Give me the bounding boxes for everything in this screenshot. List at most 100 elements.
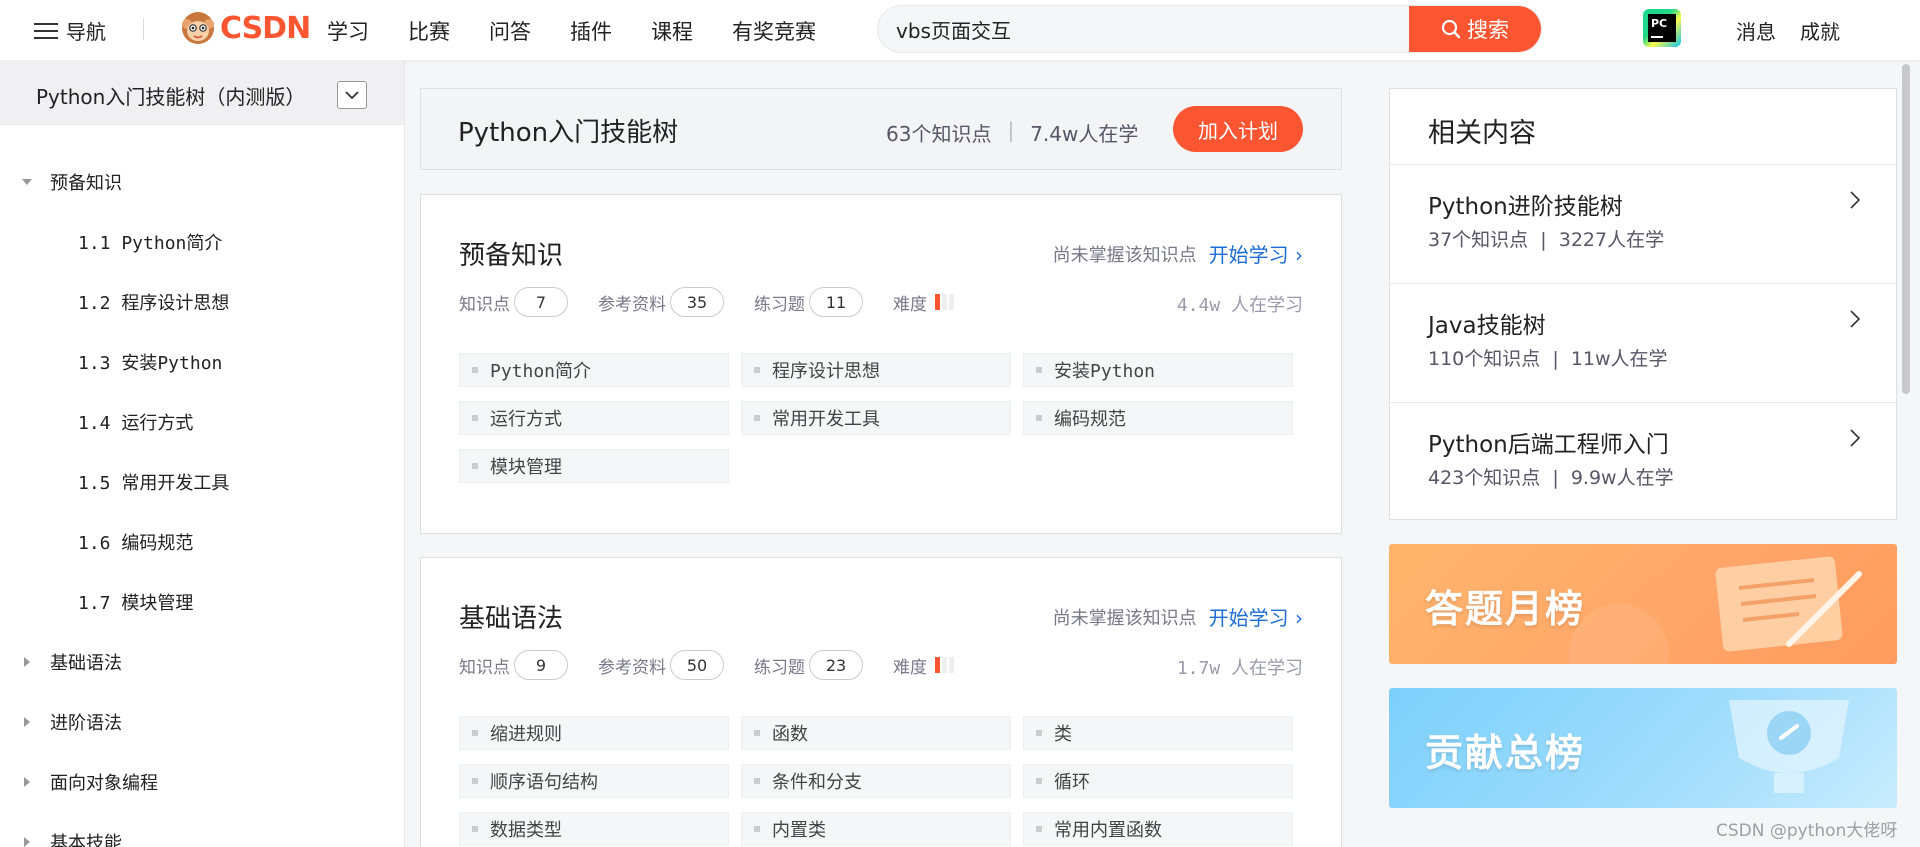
topic-chip[interactable]: 模块管理 bbox=[459, 449, 729, 483]
tree-node-advanced-syntax[interactable]: 进阶语法 bbox=[0, 692, 404, 752]
refs-count: 35 bbox=[670, 287, 724, 317]
related-item-title: Python进阶技能树 bbox=[1428, 194, 1623, 220]
caret-down-icon bbox=[22, 177, 32, 187]
related-title: 相关内容 bbox=[1390, 89, 1896, 165]
section-card: 预备知识 尚未掌握该知识点 开始学习 › 知识点 7 参考资料 35 练习题 11 难… bbox=[420, 194, 1342, 534]
nav-item-qa[interactable]: 问答 bbox=[489, 16, 531, 46]
related-item-meta: 37个知识点 | 3227人在学 bbox=[1428, 229, 1665, 251]
tree-leaf[interactable]: 1.7 模块管理 bbox=[0, 572, 404, 632]
topic-chip[interactable]: 顺序语句结构 bbox=[459, 764, 729, 798]
topic-chip[interactable]: 函数 bbox=[741, 716, 1011, 750]
section-card: 基础语法 尚未掌握该知识点 开始学习 › 知识点 9 参考资料 50 练习题 23 难… bbox=[420, 557, 1342, 847]
top-right-links: 消息 成就 bbox=[1736, 16, 1864, 45]
related-item[interactable]: Python进阶技能树 37个知识点 | 3227人在学 bbox=[1390, 165, 1896, 284]
tree-leaf[interactable]: 1.4 运行方式 bbox=[0, 392, 404, 452]
topic-chip[interactable]: 类 bbox=[1023, 716, 1293, 750]
tree-leaf[interactable]: 1.3 安装Python bbox=[0, 332, 404, 392]
topic-chip[interactable]: 循环 bbox=[1023, 764, 1293, 798]
topic-chip[interactable]: 缩进规则 bbox=[459, 716, 729, 750]
topic-chip[interactable]: Python简介 bbox=[459, 353, 729, 387]
plan-header: Python入门技能树 63个知识点 | 7.4w人在学 加入计划 bbox=[420, 88, 1342, 170]
search-button[interactable]: 搜索 bbox=[1409, 6, 1541, 52]
related-item[interactable]: Python后端工程师入门 423个知识点 | 9.9w人在学 bbox=[1390, 403, 1896, 522]
tree-node-oop[interactable]: 面向对象编程 bbox=[0, 752, 404, 812]
skill-tree: 预备知识 1.1 Python简介 1.2 程序设计思想 1.3 安装Pytho… bbox=[0, 152, 404, 847]
refs-count: 50 bbox=[670, 650, 724, 680]
topic-chip[interactable]: 内置类 bbox=[741, 812, 1011, 846]
topic-grid: 缩进规则 函数 类 顺序语句结构 条件和分支 循环 数据类型 内置类 常用内置函… bbox=[459, 716, 1293, 846]
tree-leaf[interactable]: 1.2 程序设计思想 bbox=[0, 272, 404, 332]
related-content-panel: 相关内容 Python进阶技能树 37个知识点 | 3227人在学 Java技能… bbox=[1389, 88, 1897, 520]
tree-leaf[interactable]: 1.1 Python简介 bbox=[0, 212, 404, 272]
topic-chip[interactable]: 数据类型 bbox=[459, 812, 729, 846]
plan-title: Python入门技能树 bbox=[458, 118, 679, 148]
points-count: 9 bbox=[514, 650, 568, 680]
plan-points: 63个知识点 bbox=[886, 122, 992, 146]
caret-right-icon bbox=[22, 657, 32, 667]
plan-learners: 7.4w人在学 bbox=[1030, 122, 1139, 146]
banner-title: 贡献总榜 bbox=[1425, 731, 1586, 775]
contribution-ranking-banner[interactable]: 贡献总榜 bbox=[1389, 688, 1897, 808]
section-learners: 4.4w 人在学习 bbox=[1176, 295, 1303, 316]
banner-title: 答题月榜 bbox=[1425, 587, 1586, 631]
watermark: CSDN @python大佬呀 bbox=[1716, 821, 1898, 841]
page-scrollbar[interactable] bbox=[1902, 64, 1910, 394]
monkey-mascot-icon bbox=[182, 12, 214, 44]
mastery-status: 尚未掌握该知识点 bbox=[1052, 244, 1197, 266]
exercises-count: 23 bbox=[809, 650, 863, 680]
chevron-down-icon bbox=[345, 90, 359, 99]
topic-chip[interactable]: 程序设计思想 bbox=[741, 353, 1011, 387]
caret-right-icon bbox=[22, 777, 32, 787]
join-plan-button[interactable]: 加入计划 bbox=[1173, 106, 1303, 152]
tree-node-basic-syntax[interactable]: 基础语法 bbox=[0, 632, 404, 692]
search-button-label: 搜索 bbox=[1467, 18, 1509, 42]
section-metrics: 知识点 7 参考资料 35 练习题 11 难度 bbox=[459, 287, 986, 317]
messages-link[interactable]: 消息 bbox=[1736, 16, 1776, 45]
nav-item-courses[interactable]: 课程 bbox=[651, 16, 693, 46]
nav-item-plugins[interactable]: 插件 bbox=[570, 16, 612, 46]
plan-stats: 63个知识点 | 7.4w人在学 bbox=[886, 118, 1138, 147]
tree-node-basic-skills[interactable]: 基本技能 bbox=[0, 812, 404, 847]
monthly-ranking-banner[interactable]: 答题月榜 bbox=[1389, 544, 1897, 664]
section-title: 预备知识 bbox=[459, 241, 564, 271]
chevron-right-icon bbox=[1850, 429, 1860, 447]
topic-chip[interactable]: 常用内置函数 bbox=[1023, 812, 1293, 846]
topic-chip[interactable]: 常用开发工具 bbox=[741, 401, 1011, 435]
nav-menu-button[interactable]: 导航 bbox=[34, 16, 106, 45]
topic-chip[interactable]: 安装Python bbox=[1023, 353, 1293, 387]
skill-tree-sidebar: Python入门技能树（内测版） 预备知识 1.1 Python简介 1.2 程… bbox=[0, 60, 405, 847]
points-count: 7 bbox=[514, 287, 568, 317]
section-metrics: 知识点 9 参考资料 50 练习题 23 难度 bbox=[459, 650, 986, 680]
caret-right-icon bbox=[22, 837, 32, 847]
section-status: 尚未掌握该知识点 开始学习 › bbox=[1053, 602, 1303, 631]
related-item-meta: 423个知识点 | 9.9w人在学 bbox=[1428, 467, 1674, 489]
hamburger-icon bbox=[34, 22, 58, 40]
related-item[interactable]: Java技能树 110个知识点 | 11w人在学 bbox=[1390, 284, 1896, 403]
topic-chip[interactable]: 条件和分支 bbox=[741, 764, 1011, 798]
nav-item-learn[interactable]: 学习 bbox=[327, 16, 369, 46]
sidebar-dropdown-button[interactable] bbox=[337, 81, 367, 109]
stat-divider: | bbox=[1007, 118, 1015, 142]
top-nav: 学习 比赛 问答 插件 课程 有奖竞赛 bbox=[327, 16, 855, 46]
topic-chip[interactable]: 运行方式 bbox=[459, 401, 729, 435]
divider bbox=[143, 18, 144, 40]
nav-item-prize-contest[interactable]: 有奖竞赛 bbox=[732, 16, 816, 46]
topic-grid: Python简介 程序设计思想 安装Python 运行方式 常用开发工具 编码规… bbox=[459, 353, 1293, 483]
start-learning-link[interactable]: 开始学习 › bbox=[1209, 602, 1303, 631]
sidebar-title: Python入门技能树（内测版） bbox=[36, 85, 306, 109]
nav-item-contest[interactable]: 比赛 bbox=[408, 16, 450, 46]
chevron-right-icon bbox=[1850, 191, 1860, 209]
pycharm-icon[interactable]: PC bbox=[1643, 9, 1681, 47]
difficulty-meter bbox=[935, 294, 956, 310]
start-learning-link[interactable]: 开始学习 › bbox=[1209, 239, 1303, 268]
tree-leaf[interactable]: 1.6 编码规范 bbox=[0, 512, 404, 572]
topic-chip[interactable]: 编码规范 bbox=[1023, 401, 1293, 435]
tree-leaf[interactable]: 1.5 常用开发工具 bbox=[0, 452, 404, 512]
search-input[interactable] bbox=[896, 6, 1396, 52]
top-navbar: 导航 CSDN 学习 比赛 问答 插件 课程 有奖竞赛 搜索 bbox=[0, 0, 1920, 60]
related-item-title: Java技能树 bbox=[1428, 313, 1546, 339]
logo-text: CSDN bbox=[220, 10, 311, 46]
tree-node-prerequisites[interactable]: 预备知识 bbox=[0, 152, 404, 212]
csdn-logo[interactable]: CSDN bbox=[180, 10, 311, 46]
achievements-link[interactable]: 成就 bbox=[1800, 16, 1840, 45]
